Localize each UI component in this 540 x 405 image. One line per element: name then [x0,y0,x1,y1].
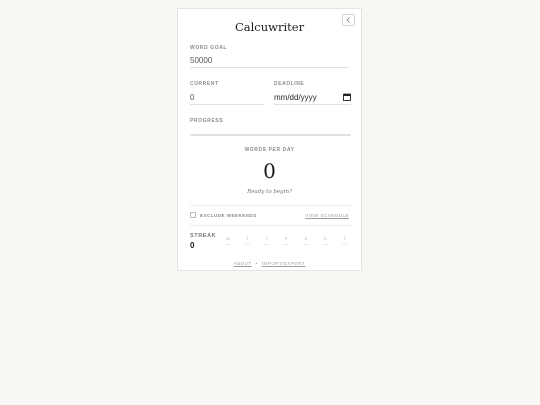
streak-day: T — [238,236,258,248]
exclude-weekends-label: EXCLUDE WEEKENDS [200,213,257,218]
word-goal-input[interactable]: 50000 [190,55,349,68]
streak-day-letter: F [285,236,288,241]
word-goal-label: WORD GOAL [190,45,228,51]
app-title: Calcuwriter [234,20,305,34]
streak-day-mark: — [225,242,231,248]
streak-day: S — [316,236,336,248]
footer-separator: • [255,261,258,266]
streak-day-mark: — [244,242,250,248]
current-value: 0 [190,93,195,102]
exclude-weekends-checkbox[interactable] [190,212,196,218]
footer: ABOUT • IMPORT/EXPORT [178,261,361,266]
streak-day-letter: M [226,236,230,241]
calculator-card: Calcuwriter WORD GOAL 50000 CURRENT 0 DE… [177,8,362,271]
streak-day-mark: — [283,242,289,248]
view-schedule-link[interactable]: VIEW SCHEDULE [305,213,349,218]
streak-day: S — [296,236,316,248]
progress-label: PROGRESS [190,118,224,124]
word-goal-value: 50000 [190,56,213,65]
streak-day: F — [277,236,297,248]
about-link[interactable]: ABOUT [234,261,252,266]
words-per-day-label: WORDS PER DAY [244,147,295,153]
deadline-placeholder: mm/dd/yyyy [274,93,317,102]
divider [190,205,351,206]
streak-day: M — [218,236,238,248]
streak-day-letter: S [304,236,308,241]
streak-day-mark: — [342,242,348,248]
streak-count: 0 [190,241,195,250]
streak-day-letter: T [343,236,346,241]
deadline-input[interactable]: mm/dd/yyyy [274,92,351,105]
streak-day: T — [335,236,355,248]
current-input[interactable]: 0 [190,92,264,105]
deadline-label: DEADLINE [274,81,305,87]
streak-day-mark: — [322,242,328,248]
divider [190,225,351,226]
streak-day-mark: — [303,242,309,248]
streak-days: M — T — T — F — S — S — T — [218,236,355,248]
import-export-link[interactable]: IMPORT/EXPORT [262,261,306,266]
progress-bar [190,134,351,136]
streak-label: STREAK [190,233,217,239]
streak-day-letter: S [323,236,327,241]
current-label: CURRENT [190,81,219,87]
streak-day: T — [257,236,277,248]
streak-day-letter: T [246,236,249,241]
streak-day-mark: — [264,242,270,248]
words-per-day-value: 0 [263,159,276,183]
streak-day-letter: T [265,236,268,241]
calendar-icon[interactable] [343,93,351,101]
status-message: Ready to begin? [247,189,292,195]
